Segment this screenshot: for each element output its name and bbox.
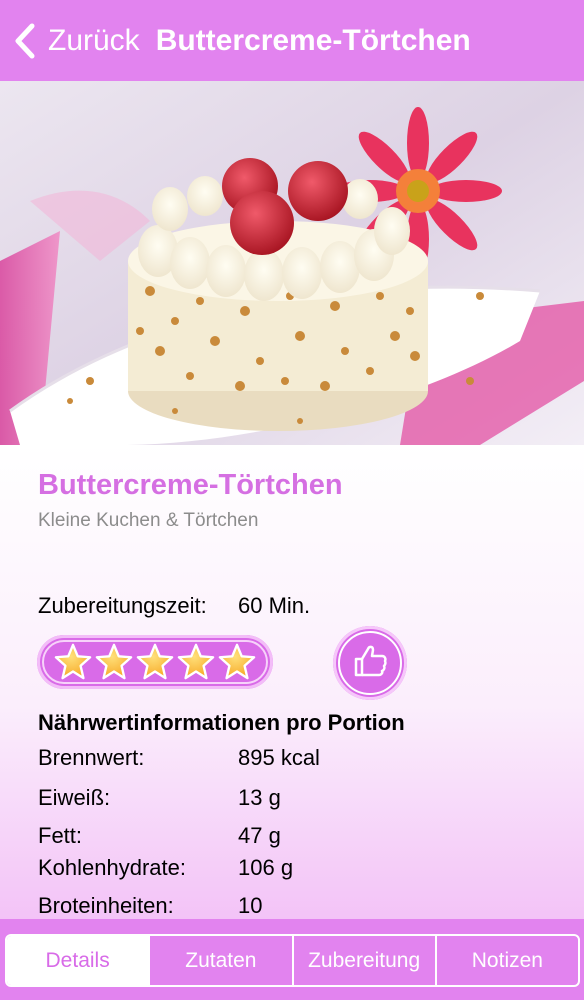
- star-icon[interactable]: [218, 643, 256, 681]
- nutrition-label: Eiweiß:: [38, 785, 111, 810]
- star-icon[interactable]: [54, 643, 92, 681]
- tab-notes[interactable]: Notizen: [434, 936, 578, 985]
- nutrition-value: 106 g: [238, 855, 294, 880]
- page-title: Buttercreme-Törtchen: [155, 23, 471, 57]
- back-button[interactable]: Zurück: [0, 0, 140, 81]
- rating-control[interactable]: [37, 635, 273, 689]
- nutrition-label: Brennwert:: [38, 745, 145, 770]
- thumbs-up-icon: [350, 641, 390, 686]
- nutrition-heading: Nährwertinformationen pro Portion: [38, 710, 405, 735]
- nutrition-value: 10: [238, 893, 263, 918]
- star-icon[interactable]: [177, 643, 215, 681]
- nutrition-label: Kohlenhydrate:: [38, 855, 186, 880]
- chevron-left-icon: [12, 22, 38, 60]
- nutrition-value: 13 g: [238, 785, 281, 810]
- navigation-bar: Zurück Buttercreme-Törtchen: [0, 0, 584, 81]
- tab-ingredients[interactable]: Zutaten: [148, 936, 291, 985]
- recipe-category: Kleine Kuchen & Törtchen: [38, 510, 259, 531]
- like-button[interactable]: [333, 626, 407, 700]
- recipe-details: Buttercreme-Törtchen Kleine Kuchen & Tör…: [0, 445, 584, 919]
- nutrition-label: Broteinheiten:: [38, 893, 174, 918]
- recipe-photo: [0, 81, 584, 445]
- prep-time-label: Zubereitungszeit:: [38, 593, 207, 618]
- nutrition-value: 47 g: [238, 823, 281, 848]
- star-icon[interactable]: [136, 643, 174, 681]
- segmented-control: Details Zutaten Zubereitung Notizen: [5, 934, 580, 987]
- recipe-title: Buttercreme-Törtchen: [38, 469, 343, 501]
- tab-bar: Details Zutaten Zubereitung Notizen: [0, 919, 584, 1000]
- nutrition-label: Fett:: [38, 823, 83, 848]
- star-icon[interactable]: [95, 643, 133, 681]
- tab-preparation[interactable]: Zubereitung: [291, 936, 435, 985]
- nutrition-value: 895 kcal: [238, 745, 320, 770]
- back-label: Zurück: [48, 23, 140, 57]
- tab-details[interactable]: Details: [7, 936, 149, 985]
- prep-time-value: 60 Min.: [238, 593, 311, 618]
